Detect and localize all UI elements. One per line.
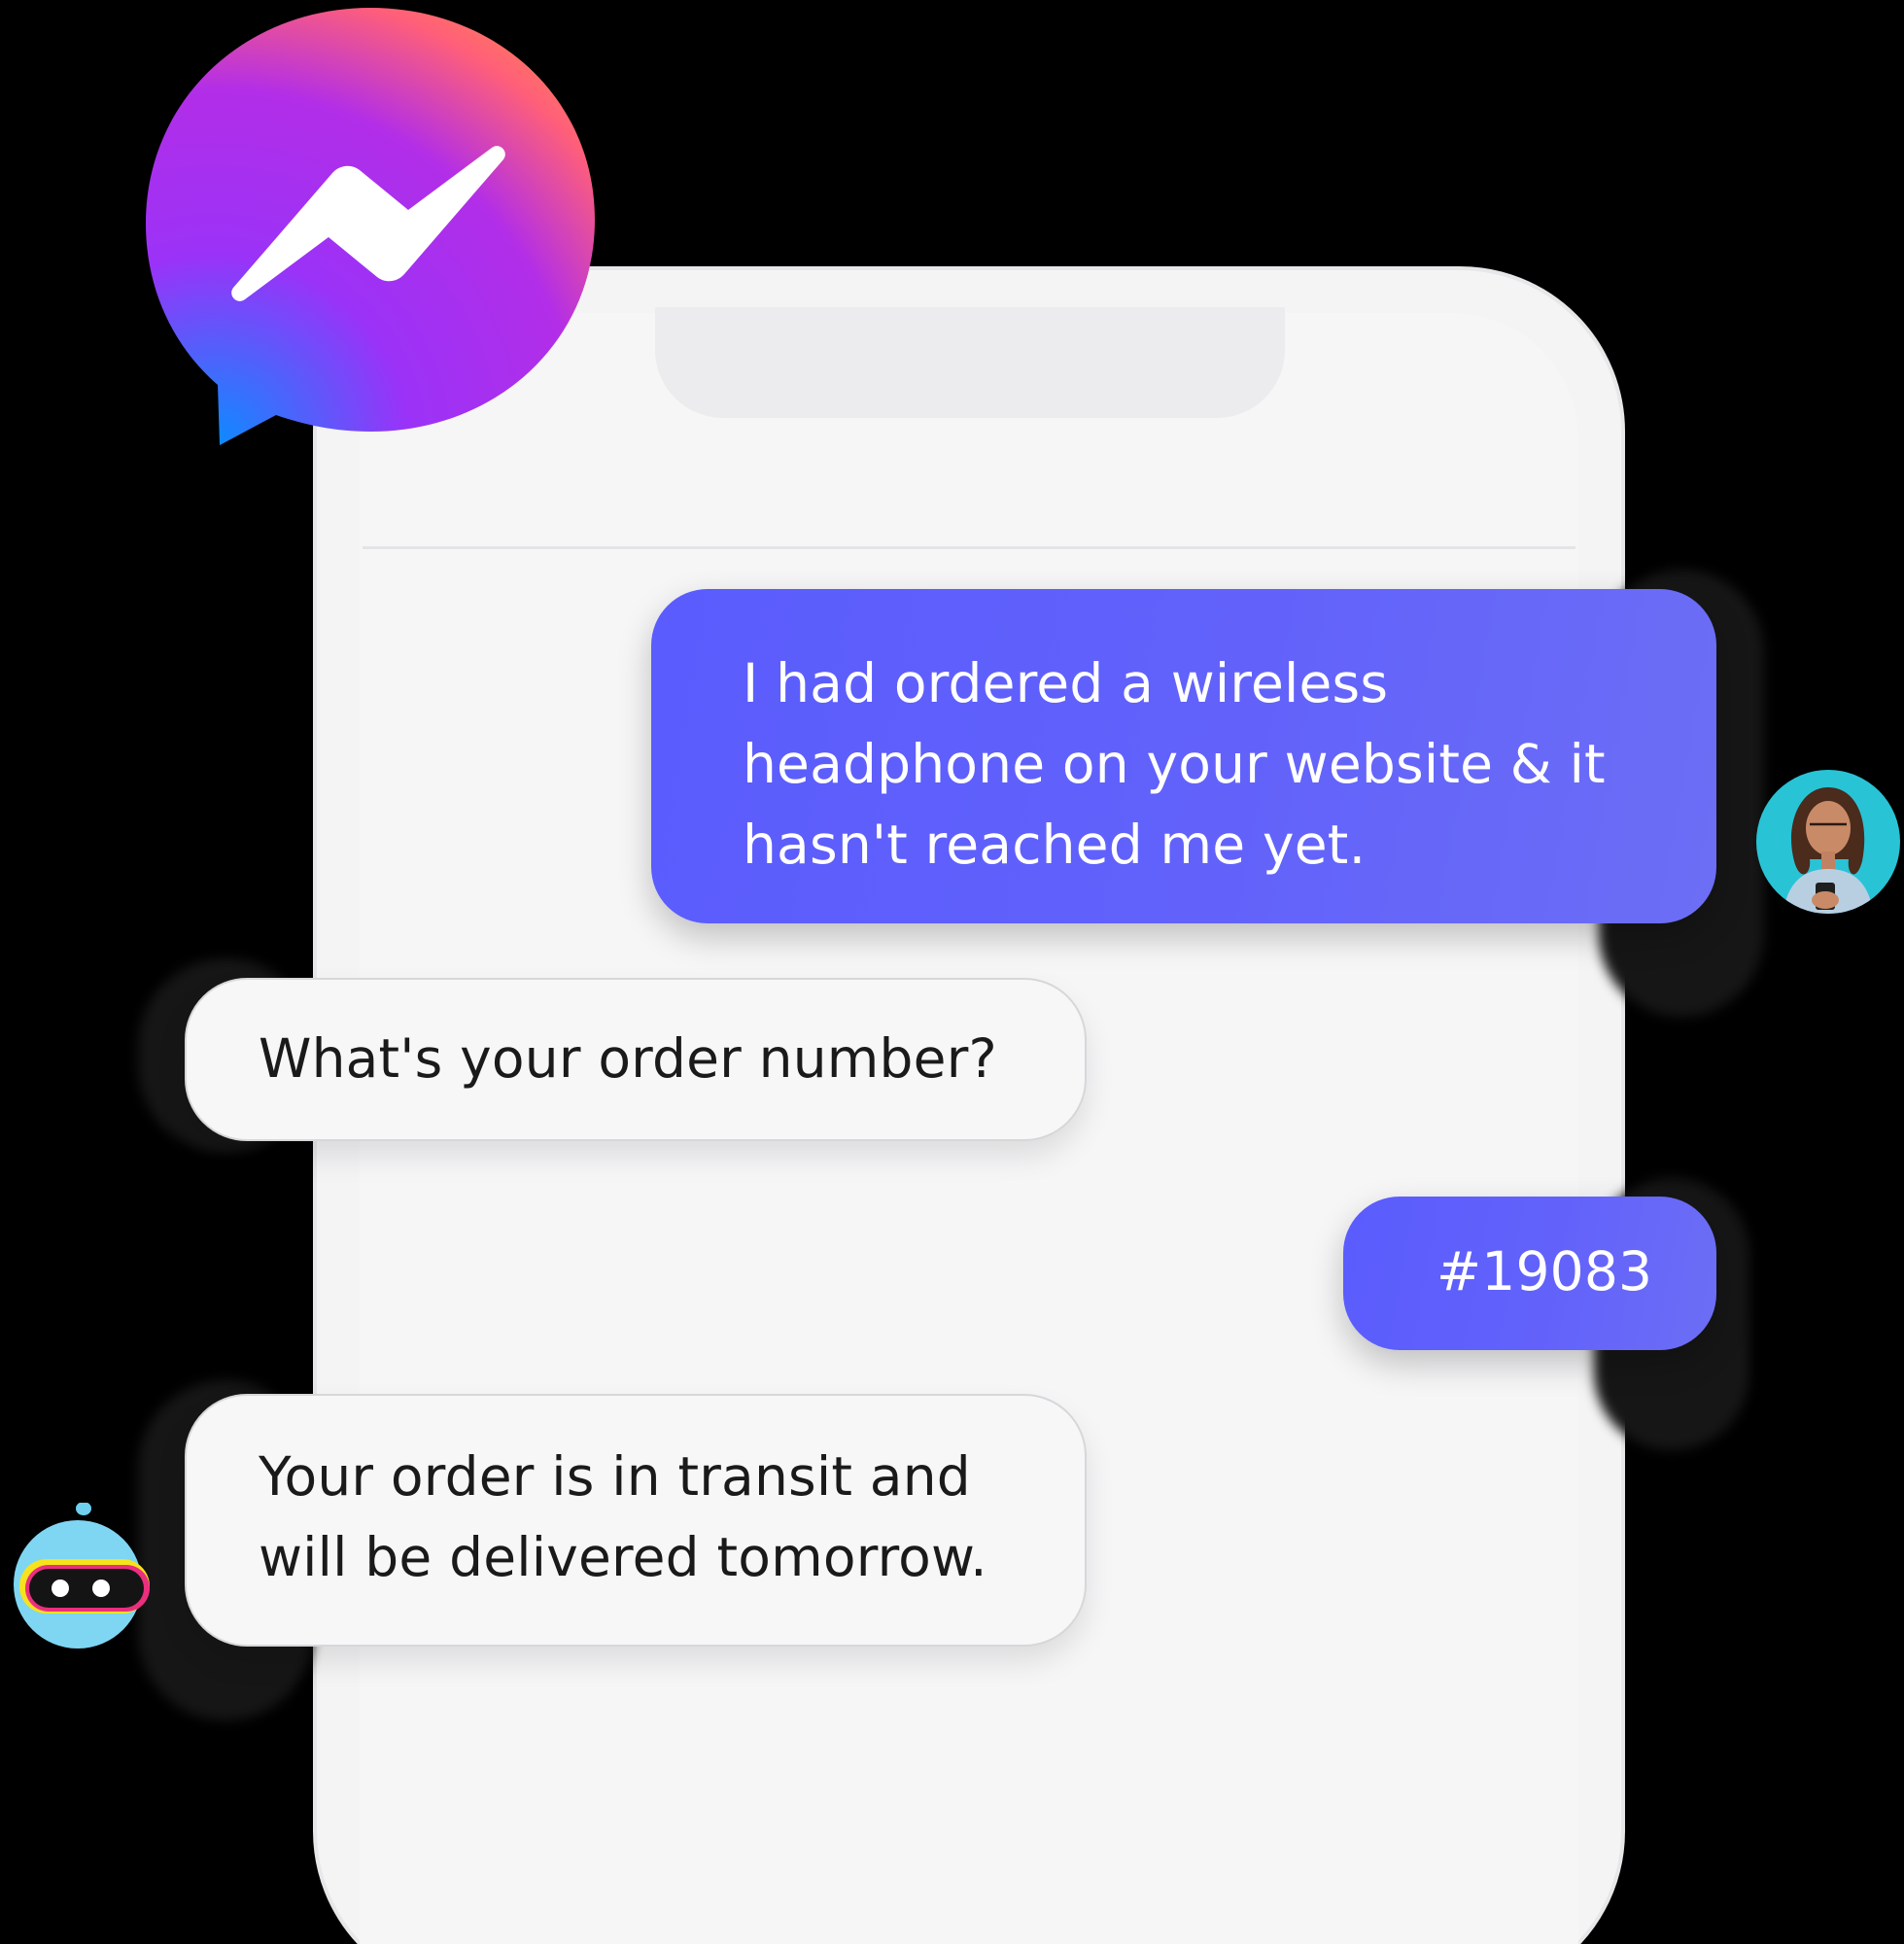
user-avatar — [1756, 770, 1900, 914]
messenger-logo-icon — [146, 8, 595, 445]
phone-notch — [655, 307, 1285, 418]
stage: I had ordered a wireless headphone on yo… — [0, 0, 1904, 1944]
message-text: #19083 — [1437, 1240, 1653, 1302]
message-text: I had ordered a wireless headphone on yo… — [743, 652, 1606, 876]
message-bubble-incoming: What's your order number? — [185, 978, 1087, 1141]
message-text: Your order is in transit and will be del… — [259, 1445, 987, 1588]
bot-avatar — [14, 1503, 150, 1649]
message-bubble-outgoing: #19083 — [1343, 1197, 1716, 1350]
message-bubble-outgoing: I had ordered a wireless headphone on yo… — [651, 589, 1716, 923]
message-bubble-incoming: Your order is in transit and will be del… — [185, 1394, 1087, 1647]
chat-header-divider — [363, 546, 1575, 549]
message-text: What's your order number? — [259, 1027, 997, 1090]
